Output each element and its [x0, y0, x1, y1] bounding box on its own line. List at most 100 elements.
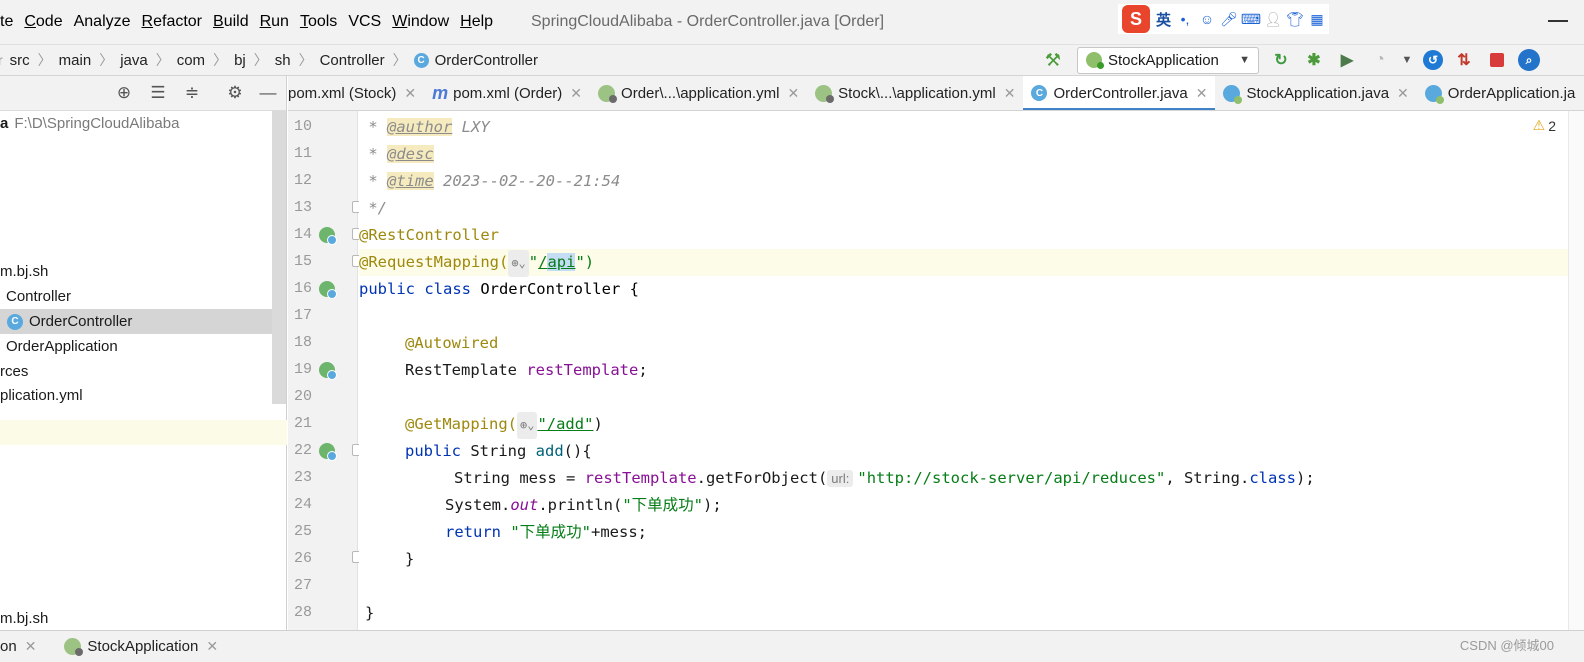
punctuation-icon[interactable]: •,: [1177, 11, 1193, 27]
menu-item-analyze[interactable]: Analyze: [74, 13, 137, 31]
tree-item-project-root[interactable]: a F:\D\SpringCloudAlibaba: [0, 111, 272, 136]
tab-orderapplication-java[interactable]: OrderApplication.ja: [1417, 76, 1584, 110]
more-actions-chevron-icon[interactable]: ▼: [1401, 48, 1413, 72]
code-line: * @author LXY: [359, 118, 490, 136]
ime-toolbar[interactable]: S 英 •, ☺ 🎤︎ ⌨ 👤︎ 👕︎ ▦: [1118, 4, 1330, 34]
tab-stockapplication-run[interactable]: StockApplication ✕: [64, 638, 218, 656]
tab-pom-stock[interactable]: pom.xml (Stock) ✕: [288, 76, 424, 110]
inspection-widget[interactable]: ⚠ 2: [1533, 117, 1556, 134]
attach-debugger-icon[interactable]: ⇅: [1452, 48, 1476, 72]
spring-bean-gutter-icon[interactable]: [319, 281, 337, 299]
tree-item-resources[interactable]: rces: [0, 359, 272, 384]
endpoint-globe-icon[interactable]: ⊕⌄: [516, 412, 538, 439]
menu-item-navigate[interactable]: te: [0, 13, 19, 31]
line-number: 28: [293, 604, 312, 621]
debug-bug-icon[interactable]: ✱: [1302, 48, 1326, 72]
breadcrumb-item-com[interactable]: com: [177, 52, 205, 69]
emoji-icon[interactable]: ☺: [1199, 11, 1215, 27]
line-number: 27: [293, 577, 312, 594]
class-icon: C: [413, 52, 429, 68]
breadcrumb-item-sh[interactable]: sh: [275, 52, 291, 69]
code-line: public String add(){: [405, 442, 592, 460]
warning-count: 2: [1548, 117, 1556, 134]
menu-item-refactor[interactable]: Refactor: [142, 13, 208, 31]
user-icon[interactable]: 👤︎: [1264, 11, 1282, 27]
code-line: String mess = restTemplate.getForObject(…: [454, 469, 1315, 487]
maven-icon: m: [432, 82, 449, 103]
breadcrumb-separator: 〉: [392, 52, 407, 68]
error-stripe[interactable]: [1568, 111, 1584, 630]
skin-icon[interactable]: 👕︎: [1286, 11, 1304, 27]
ime-language-toggle[interactable]: 英: [1156, 9, 1171, 30]
update-running-application-icon[interactable]: ↺: [1423, 50, 1443, 70]
tab-stockapplication-java[interactable]: StockApplication.java ✕: [1215, 76, 1416, 110]
menu-item-run[interactable]: Run: [260, 13, 295, 31]
run-configuration-select[interactable]: StockApplication ▼: [1077, 46, 1259, 74]
sogou-logo-icon[interactable]: S: [1122, 5, 1150, 33]
endpoint-globe-icon[interactable]: ⊕⌄: [508, 250, 529, 277]
run-toolbar: ⚒ StockApplication ▼ ↻ ✱ ▶ ◔ ▼ ↺ ⇅ ⌕: [1043, 45, 1549, 75]
menu-item-build[interactable]: Build: [213, 13, 255, 31]
breadcrumb-item-src[interactable]: src: [10, 52, 30, 69]
microphone-icon[interactable]: 🎤︎: [1220, 11, 1238, 27]
line-number: 21: [293, 415, 312, 432]
spring-bean-gutter-icon[interactable]: [319, 227, 337, 245]
collapse-all-icon[interactable]: ≑: [182, 83, 202, 103]
menu-item-help[interactable]: Help: [460, 13, 499, 31]
profile-icon[interactable]: ◔: [1368, 48, 1392, 72]
hide-panel-icon[interactable]: —: [258, 83, 278, 103]
locate-file-icon[interactable]: ⊕: [114, 83, 134, 103]
class-icon: C: [1031, 85, 1048, 101]
menu-item-window[interactable]: Window: [392, 13, 455, 31]
close-icon[interactable]: ✕: [1004, 85, 1016, 102]
stop-icon[interactable]: [1490, 53, 1504, 67]
close-icon[interactable]: ✕: [570, 85, 582, 102]
autowired-navigation-icon[interactable]: [319, 362, 337, 380]
breadcrumb-item-bj[interactable]: bj: [234, 52, 246, 69]
endpoint-gutter-icon[interactable]: [319, 443, 337, 461]
menu-item-code[interactable]: Code: [24, 13, 68, 31]
breadcrumb-item-main[interactable]: main: [59, 52, 92, 69]
project-tool-window: ⊕ ☰ ≑ ⚙ — a F:\D\SpringCloudAlibaba m.bj…: [0, 76, 287, 630]
code-line-current: @RequestMapping(⊕⌄ "/api"): [359, 249, 1584, 277]
tab-order-application-yml[interactable]: Order\...\application.yml ✕: [590, 76, 807, 110]
tree-item-orderapplication[interactable]: OrderApplication: [0, 334, 272, 359]
code-editor[interactable]: * @author LXY * @desc * @time 2023--02--…: [359, 111, 1584, 630]
breadcrumb-item-ordercontroller[interactable]: OrderController: [435, 52, 538, 69]
keyboard-icon[interactable]: ⌨: [1241, 11, 1261, 27]
project-panel-header: ⊕ ☰ ≑ ⚙ —: [0, 76, 286, 111]
tab-run-partial[interactable]: on ✕: [0, 638, 36, 655]
tab-ordercontroller-java[interactable]: C OrderController.java ✕: [1023, 76, 1216, 110]
code-line: @RestController: [359, 226, 499, 244]
grid-menu-icon[interactable]: ▦: [1309, 11, 1325, 27]
tree-item-package[interactable]: m.bj.sh: [0, 259, 272, 284]
build-hammer-icon[interactable]: ⚒: [1043, 50, 1063, 70]
menu-item-vcs[interactable]: VCS: [348, 13, 387, 31]
code-line: return "下单成功"+mess;: [445, 523, 647, 541]
close-icon[interactable]: ✕: [206, 638, 218, 655]
tree-item-controller-package[interactable]: Controller: [0, 284, 272, 309]
vertical-scrollbar[interactable]: [272, 111, 286, 404]
minimize-icon[interactable]: [1548, 20, 1568, 22]
rerun-icon[interactable]: ↻: [1269, 48, 1293, 72]
tab-stock-application-yml[interactable]: Stock\...\application.yml ✕: [807, 76, 1023, 110]
tree-item-ordercontroller[interactable]: C OrderController: [0, 309, 272, 334]
close-icon[interactable]: ✕: [787, 85, 799, 102]
run-with-coverage-icon[interactable]: ▶: [1335, 48, 1359, 72]
breadcrumb-item-controller[interactable]: Controller: [320, 52, 385, 69]
search-everywhere-icon[interactable]: ⌕: [1518, 49, 1540, 71]
tree-item-application-yml[interactable]: plication.yml: [0, 383, 272, 408]
gear-icon[interactable]: ⚙: [225, 83, 245, 103]
tree-item-package[interactable]: m.bj.sh: [0, 606, 272, 631]
parameter-hint: url:: [827, 470, 854, 487]
spring-app-class-icon: [1223, 84, 1243, 104]
menu-item-tools[interactable]: Tools: [300, 13, 343, 31]
close-icon[interactable]: ✕: [1196, 85, 1208, 102]
tab-pom-order[interactable]: m pom.xml (Order) ✕: [424, 76, 590, 110]
close-icon[interactable]: ✕: [1397, 85, 1409, 102]
expand-all-icon[interactable]: ☰: [148, 83, 168, 103]
breadcrumb-separator: 〉: [213, 52, 228, 68]
close-icon[interactable]: ✕: [404, 85, 416, 102]
close-icon[interactable]: ✕: [25, 638, 37, 655]
breadcrumb-item-java[interactable]: java: [120, 52, 148, 69]
